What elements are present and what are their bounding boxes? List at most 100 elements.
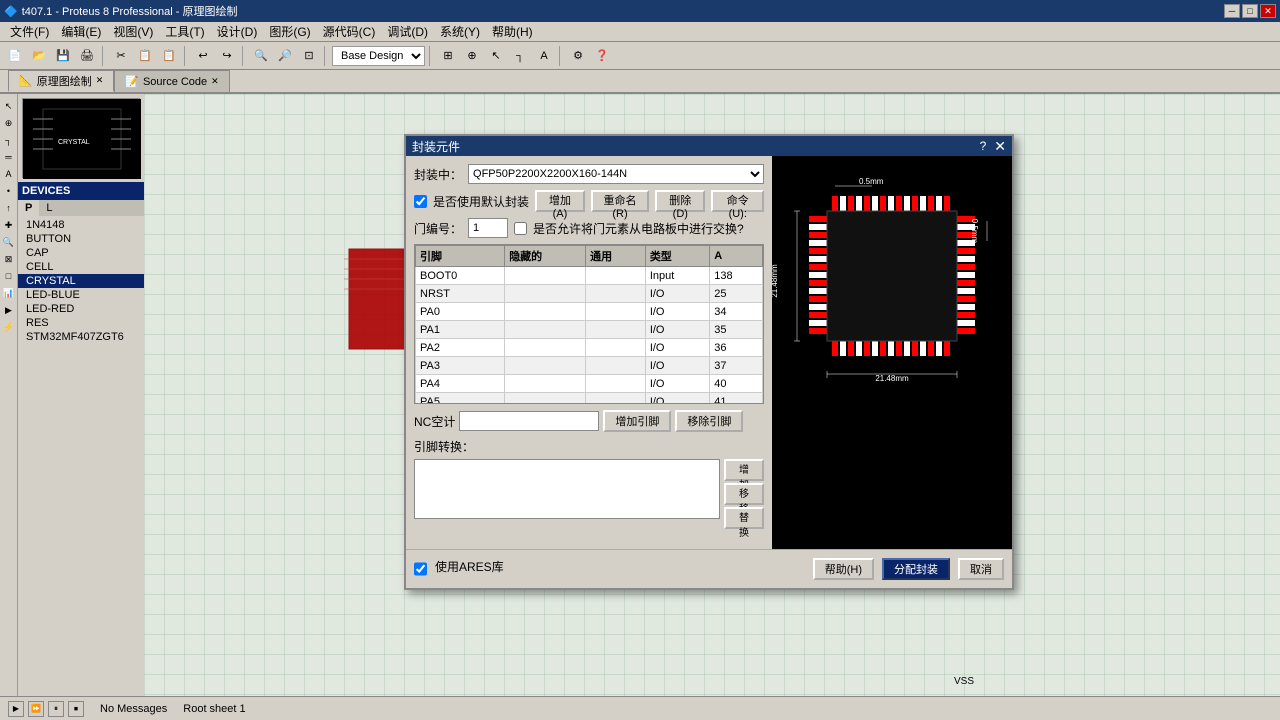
tb-zoom-in[interactable]: 🔍 [250,45,272,67]
stop-button[interactable]: ⏹ [68,701,84,717]
table-row[interactable]: BOOT0 Input 138 [416,267,763,285]
cancel-button[interactable]: 取消 [958,558,1004,580]
package-select[interactable]: QFP50P2200X2200X160-144N [468,164,764,184]
gate-input[interactable] [468,218,508,238]
device-res[interactable]: RES [18,316,144,330]
tool-probe[interactable]: 🔍 [1,234,17,250]
tool-2d[interactable]: □ [1,268,17,284]
tb-paste[interactable]: 📋 [158,45,180,67]
close-button[interactable]: ✕ [1260,4,1276,18]
tb-wire[interactable]: ┐ [509,45,531,67]
tb-help[interactable]: ❓ [591,45,613,67]
device-stm32[interactable]: STM32MF407ZGT6 [18,330,144,344]
device-led-blue[interactable]: LED-BLUE [18,288,144,302]
tb-copy[interactable]: 📋 [134,45,156,67]
menu-source[interactable]: 源代码(C) [317,22,382,41]
add-pin-button[interactable]: 增加引脚 [603,410,671,432]
tb-comp[interactable]: ⚙ [567,45,589,67]
tb-origin[interactable]: ⊕ [461,45,483,67]
device-led-red[interactable]: LED-RED [18,302,144,316]
menu-graph[interactable]: 图形(G) [263,22,316,41]
add-conv-button[interactable]: 增加 [724,459,764,481]
menu-edit[interactable]: 编辑(E) [55,22,107,41]
dialog-help-icon[interactable]: ? [980,139,987,153]
tb-new[interactable]: 📄 [4,45,26,67]
tab-source-close[interactable]: ✕ [211,76,219,87]
table-row[interactable]: PA2 I/O 36 [416,339,763,357]
rename-button[interactable]: 重命名(R) [591,190,649,212]
tb-open[interactable]: 📂 [28,45,50,67]
tb-print[interactable]: 🖨 [76,45,98,67]
tb-label[interactable]: A [533,45,555,67]
move-conv-button[interactable]: 移移 [724,483,764,505]
table-row[interactable]: PA4 I/O 40 [416,375,763,393]
tb-redo[interactable]: ↪ [216,45,238,67]
pin-table-container[interactable]: 引脚 隐藏的 通用 类型 A BOOT0 Inp [414,244,764,404]
remove-pin-button[interactable]: 移除引脚 [675,410,743,432]
tb-cursor[interactable]: ↖ [485,45,507,67]
menu-debug[interactable]: 调试(D) [381,22,434,41]
tb-save[interactable]: 💾 [52,45,74,67]
tool-gen[interactable]: ⚡ [1,319,17,335]
menu-tools[interactable]: 工具(T) [159,22,210,41]
device-button[interactable]: BUTTON [18,232,144,246]
menu-system[interactable]: 系统(Y) [434,22,486,41]
maximize-button[interactable]: □ [1242,4,1258,18]
canvas-area[interactable]: VDD VSS R4 330 R3 330 R2 330 D5 [144,94,1280,696]
menu-file[interactable]: 文件(F) [4,22,55,41]
tool-select[interactable]: ↖ [1,98,17,114]
menu-view[interactable]: 视图(V) [107,22,159,41]
minimize-button[interactable]: ─ [1224,4,1240,18]
tool-wire[interactable]: ┐ [1,132,17,148]
use-default-checkbox[interactable] [414,195,427,208]
devices-tabs: P L [18,200,144,216]
device-cap[interactable]: CAP [18,246,144,260]
tool-component[interactable]: ⊕ [1,115,17,131]
add-button[interactable]: 增加(A) [535,190,585,212]
step-button[interactable]: ⏩ [28,701,44,717]
pause-button[interactable]: ⏸ [48,701,64,717]
table-row[interactable]: PA1 I/O 35 [416,321,763,339]
dialog-close-button[interactable]: ✕ [994,138,1006,155]
help-btn[interactable]: 帮助(H) [813,558,874,580]
table-row[interactable]: PA0 I/O 34 [416,303,763,321]
tool-marker[interactable]: ✚ [1,217,17,233]
play-button[interactable]: ▶ [8,701,24,717]
pin-conv-list[interactable] [414,459,720,519]
tool-bus[interactable]: ═ [1,149,17,165]
tb-zoom-fit[interactable]: ⊡ [298,45,320,67]
tab-l[interactable]: L [39,200,59,216]
allow-swap-checkbox[interactable] [514,222,527,235]
device-1n4148[interactable]: 1N4148 [18,218,144,232]
table-row[interactable]: PA5 I/O 41 [416,393,763,405]
tb-cut[interactable]: ✂ [110,45,132,67]
nc-input[interactable] [459,411,599,431]
device-cell[interactable]: CELL [18,260,144,274]
tb-zoom-out[interactable]: 🔎 [274,45,296,67]
tool-power[interactable]: ↑ [1,200,17,216]
table-row[interactable]: NRST I/O 25 [416,285,763,303]
tab-source[interactable]: 📝 Source Code ✕ [114,70,229,92]
tool-inst[interactable]: ▶ [1,302,17,318]
use-ares-checkbox[interactable] [414,558,427,580]
tool-label[interactable]: A [1,166,17,182]
replace-conv-button[interactable]: 替换 [724,507,764,529]
device-crystal[interactable]: CRYSTAL [18,274,144,288]
tb-grid[interactable]: ⊞ [437,45,459,67]
menu-design[interactable]: 设计(D) [211,22,264,41]
order-button[interactable]: 命令(U): [711,190,764,212]
title-bar: 🔷 t407.1 - Proteus 8 Professional - 原理图绘… [0,0,1280,22]
tab-schematic[interactable]: 📐 原理图绘制 ✕ [8,70,114,92]
tab-schematic-close[interactable]: ✕ [96,75,104,86]
tool-junction[interactable]: • [1,183,17,199]
table-row[interactable]: PA3 I/O 37 [416,357,763,375]
tools-panel: ↖ ⊕ ┐ ═ A • ↑ ✚ 🔍 ⊠ □ 📊 ▶ ⚡ [0,94,18,696]
tab-p[interactable]: P [18,200,39,216]
menu-help[interactable]: 帮助(H) [486,22,539,41]
delete-button[interactable]: 删除(D) [655,190,705,212]
assign-button[interactable]: 分配封装 [882,558,950,580]
tool-tape[interactable]: ⊠ [1,251,17,267]
tb-undo[interactable]: ↩ [192,45,214,67]
design-dropdown[interactable]: Base Design [332,46,425,66]
tool-graph[interactable]: 📊 [1,285,17,301]
